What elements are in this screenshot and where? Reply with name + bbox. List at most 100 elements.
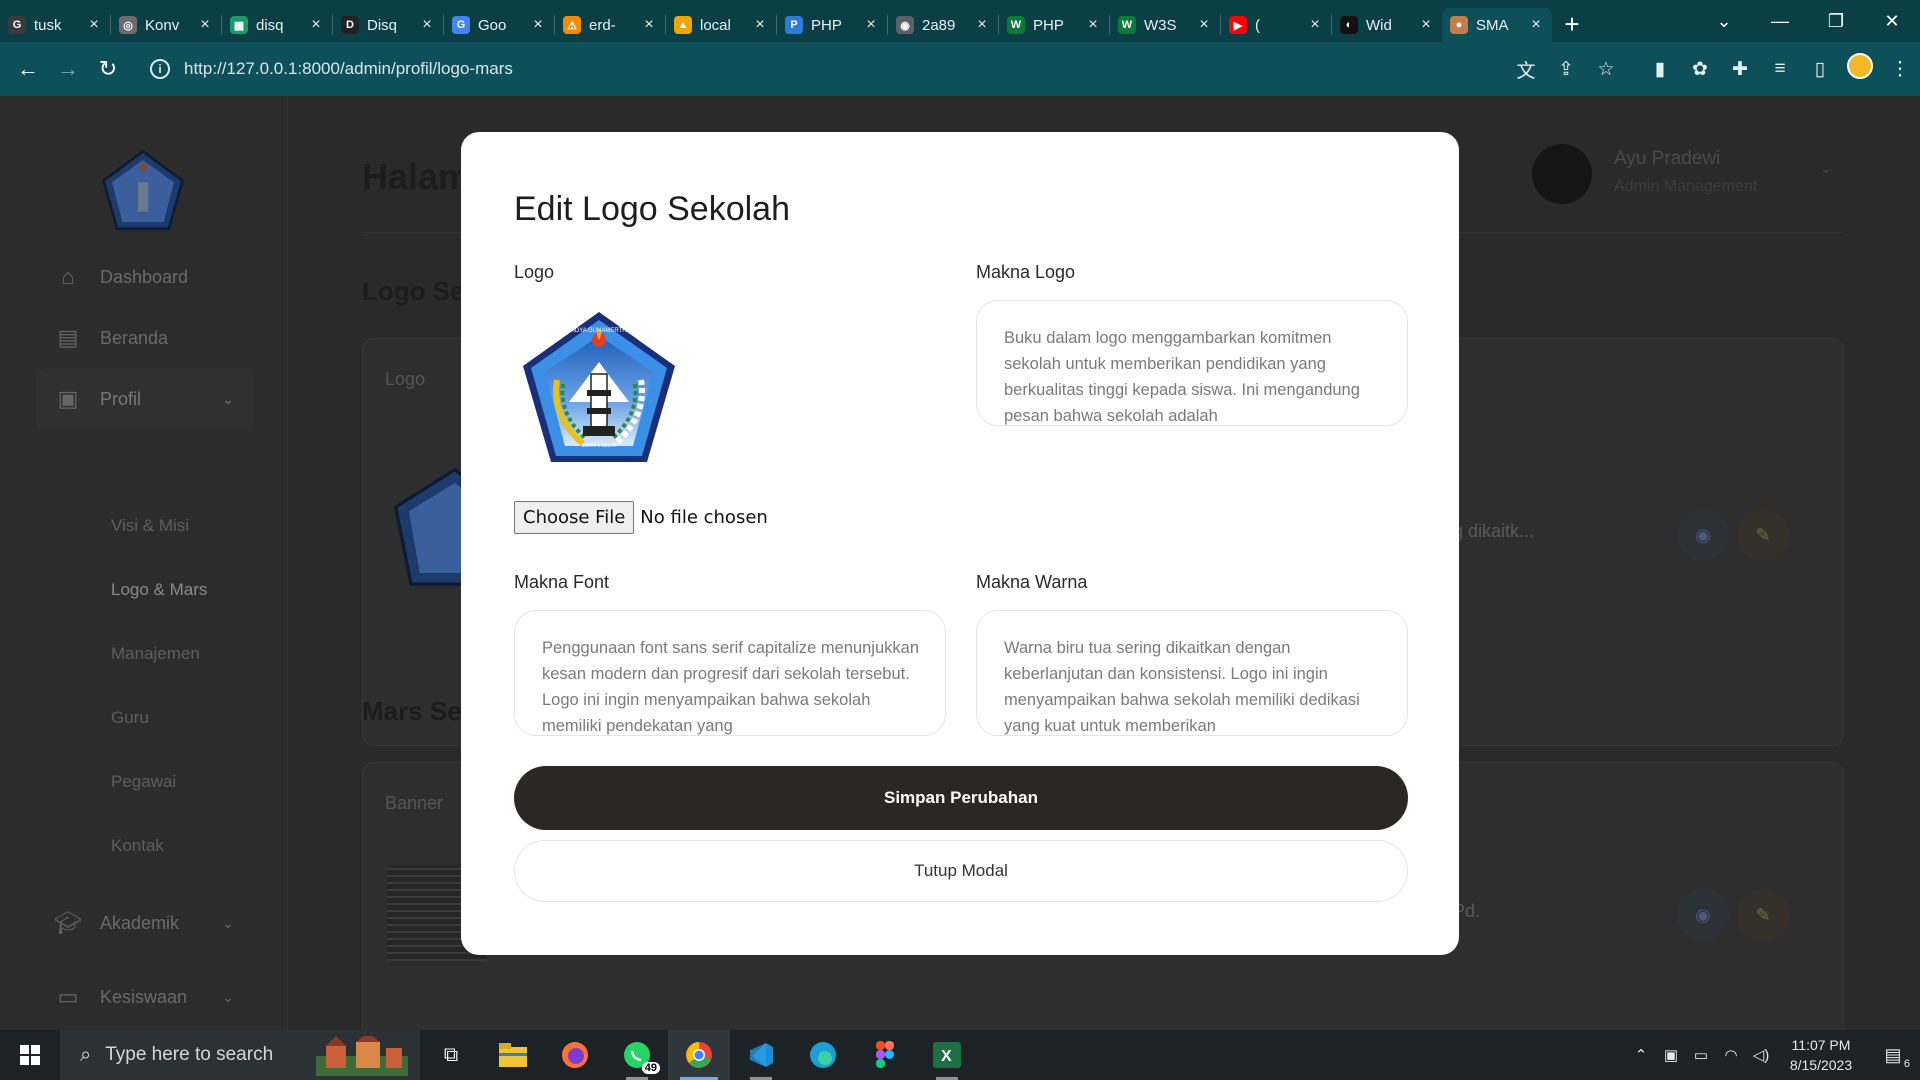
sidebar-subitem-logo-mars[interactable]: Logo & Mars bbox=[111, 580, 207, 600]
browser-tab[interactable]: ▶ (× bbox=[1221, 8, 1331, 42]
whatsapp-icon[interactable]: 49 bbox=[606, 1030, 668, 1080]
browser-tab[interactable]: ◐ Wid × bbox=[1332, 8, 1442, 42]
forward-icon[interactable]: → bbox=[48, 56, 88, 82]
tab-close-icon[interactable]: × bbox=[530, 16, 546, 34]
browser-tab[interactable]: ▲ local × bbox=[666, 8, 776, 42]
chevron-up-icon[interactable]: ⌃ bbox=[1626, 1046, 1656, 1064]
sidebar-item-kesiswaan[interactable]: ▭ Kesiswaan ⌄ bbox=[36, 966, 254, 1028]
search-placeholder: Type here to search bbox=[105, 1044, 274, 1065]
makna-logo-label: Makna Logo bbox=[976, 262, 1076, 282]
battery-icon[interactable]: ▭ bbox=[1686, 1046, 1716, 1064]
sidebar-subitem-guru[interactable]: Guru bbox=[111, 708, 149, 728]
windows-start-icon[interactable] bbox=[0, 1030, 60, 1080]
tab-close-icon[interactable]: × bbox=[752, 16, 768, 34]
save-changes-button[interactable]: Simpan Perubahan bbox=[514, 766, 1408, 830]
tab-title: ( bbox=[1255, 16, 1260, 34]
address-bar[interactable]: i http://127.0.0.1:8000/admin/profil/log… bbox=[136, 50, 1366, 88]
sidebar-subitem-pegawai[interactable]: Pegawai bbox=[111, 772, 176, 792]
sidebar-subitem-visi-misi[interactable]: Visi & Misi bbox=[111, 516, 189, 536]
tab-close-icon[interactable]: × bbox=[1196, 16, 1212, 34]
browser-tab[interactable]: ▦ disq × bbox=[222, 8, 332, 42]
new-tab-button[interactable]: + bbox=[1552, 9, 1592, 40]
browser-tab[interactable]: W PHP × bbox=[999, 8, 1109, 42]
browser-tab[interactable]: ◎ Konv × bbox=[111, 8, 221, 42]
tab-favicon-icon: G bbox=[8, 16, 26, 34]
tab-close-icon[interactable]: × bbox=[86, 16, 102, 34]
taskbar-clock[interactable]: 11:07 PM 8/15/2023 bbox=[1776, 1035, 1866, 1075]
notification-icon[interactable]: ▤ 6 bbox=[1866, 1045, 1920, 1070]
chrome-icon[interactable] bbox=[668, 1030, 730, 1080]
reload-icon[interactable]: ↻ bbox=[88, 56, 128, 82]
tab-close-icon[interactable]: × bbox=[1307, 16, 1323, 34]
makna-warna-textarea[interactable]: Warna biru tua sering dikaitkan dengan k… bbox=[976, 610, 1408, 736]
profile-avatar-icon[interactable] bbox=[1840, 53, 1880, 85]
tab-close-icon[interactable]: × bbox=[641, 16, 657, 34]
logo-card-text: g dikaitk... bbox=[1453, 521, 1535, 541]
view-icon[interactable]: ◉ bbox=[1677, 509, 1729, 561]
extension-doc-icon[interactable]: ▮ bbox=[1640, 58, 1680, 81]
close-window-icon[interactable]: ✕ bbox=[1864, 11, 1920, 32]
edge-icon[interactable] bbox=[792, 1030, 854, 1080]
tab-close-icon[interactable]: × bbox=[974, 16, 990, 34]
minimize-icon[interactable]: — bbox=[1752, 11, 1808, 32]
user-menu[interactable]: Ayu Pradewi Admin Management ⌄ bbox=[1530, 144, 1850, 208]
sidebar-subitem-kontak[interactable]: Kontak bbox=[111, 836, 164, 856]
tab-close-icon[interactable]: × bbox=[197, 16, 213, 34]
back-icon[interactable]: ← bbox=[8, 56, 48, 82]
sidebar-item-beranda[interactable]: ▤ Beranda bbox=[36, 307, 254, 369]
view-icon[interactable]: ◉ bbox=[1677, 889, 1729, 941]
taskbar-search-box[interactable]: ⌕ Type here to search bbox=[60, 1030, 420, 1080]
firefox-icon[interactable] bbox=[544, 1030, 606, 1080]
media-queue-icon[interactable]: ≡ bbox=[1760, 58, 1800, 80]
tab-search-icon[interactable]: ⌄ bbox=[1696, 11, 1752, 32]
browser-tab[interactable]: D Disq × bbox=[333, 8, 443, 42]
site-info-icon[interactable]: i bbox=[150, 59, 170, 79]
browser-tab[interactable]: P PHP × bbox=[777, 8, 887, 42]
tab-close-icon[interactable]: × bbox=[1085, 16, 1101, 34]
extension-color-icon[interactable]: ✿ bbox=[1680, 58, 1720, 81]
extensions-puzzle-icon[interactable]: ✚ bbox=[1720, 58, 1760, 81]
logo-file-input[interactable]: Choose File No file chosen bbox=[514, 501, 768, 534]
restore-icon[interactable]: ❐ bbox=[1808, 11, 1864, 32]
tab-close-icon[interactable]: × bbox=[1528, 16, 1544, 34]
edit-icon[interactable]: ✎ bbox=[1737, 509, 1789, 561]
browser-tab[interactable]: ⚠ erd- × bbox=[555, 8, 665, 42]
browser-menu-icon[interactable]: ⋮ bbox=[1880, 58, 1920, 81]
browser-tab[interactable]: W W3S × bbox=[1110, 8, 1220, 42]
tab-close-icon[interactable]: × bbox=[863, 16, 879, 34]
chevron-down-icon[interactable]: ⌄ bbox=[1820, 160, 1832, 177]
sidebar-item-akademik[interactable]: 🎓︎ Akademik ⌄ bbox=[36, 892, 254, 954]
sidebar-item-label: Akademik bbox=[100, 912, 180, 933]
tab-close-icon[interactable]: × bbox=[1418, 16, 1434, 34]
browser-tab[interactable]: ● SMA × bbox=[1442, 8, 1552, 42]
vscode-icon[interactable] bbox=[730, 1030, 792, 1080]
modal-title: Edit Logo Sekolah bbox=[514, 190, 790, 228]
browser-tab[interactable]: Gtusk × bbox=[0, 8, 110, 42]
side-panel-icon[interactable]: ▯ bbox=[1800, 58, 1840, 81]
browser-tab[interactable]: ◉ 2a89 × bbox=[888, 8, 998, 42]
makna-font-textarea[interactable]: Penggunaan font sans serif capitalize me… bbox=[514, 610, 946, 736]
close-modal-button[interactable]: Tutup Modal bbox=[514, 840, 1408, 902]
sidebar-item-profil[interactable]: ▣ Profil ⌄ bbox=[36, 368, 254, 430]
browser-tab[interactable]: G Goo × bbox=[444, 8, 554, 42]
excel-icon[interactable]: X bbox=[916, 1030, 978, 1080]
bookmark-star-icon[interactable]: ☆ bbox=[1586, 58, 1626, 81]
edit-icon[interactable]: ✎ bbox=[1737, 889, 1789, 941]
tab-close-icon[interactable]: × bbox=[419, 16, 435, 34]
meet-now-icon[interactable]: ▣ bbox=[1656, 1046, 1686, 1064]
choose-file-button[interactable]: Choose File bbox=[514, 501, 635, 534]
task-view-icon[interactable]: ⧉ bbox=[420, 1030, 482, 1080]
file-explorer-icon[interactable] bbox=[482, 1030, 544, 1080]
notification-count: 6 bbox=[1903, 1057, 1910, 1070]
tab-close-icon[interactable]: × bbox=[308, 16, 324, 34]
sidebar-item-dashboard[interactable]: ⌂ Dashboard bbox=[36, 246, 254, 308]
makna-logo-textarea[interactable]: Buku dalam logo menggambarkan komitmen s… bbox=[976, 300, 1408, 426]
translate-icon[interactable]: 文 bbox=[1506, 56, 1546, 83]
share-icon[interactable]: ⇪ bbox=[1546, 58, 1586, 81]
sidebar-subitem-manajemen[interactable]: Manajemen bbox=[111, 644, 200, 664]
wifi-icon[interactable]: ◠ bbox=[1716, 1046, 1746, 1064]
volume-icon[interactable]: ◁) bbox=[1746, 1046, 1776, 1064]
figma-icon[interactable] bbox=[854, 1030, 916, 1080]
user-role: Admin Management bbox=[1614, 178, 1758, 195]
sidebar-item-label: Dashboard bbox=[100, 266, 189, 287]
